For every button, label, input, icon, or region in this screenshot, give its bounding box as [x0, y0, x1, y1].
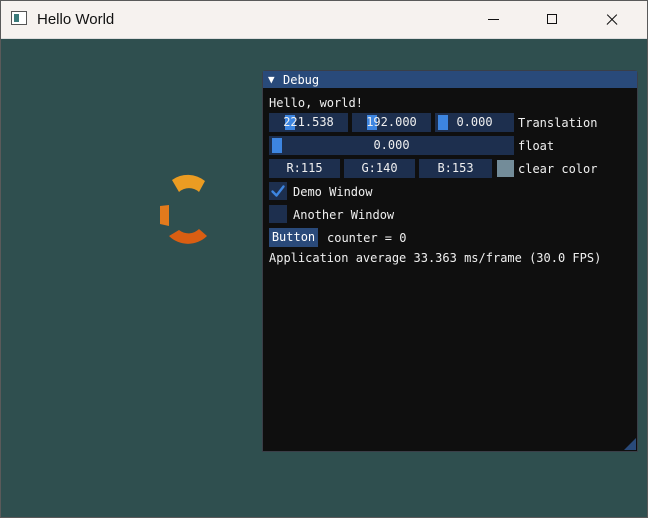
- maximize-button[interactable]: [523, 1, 581, 38]
- increment-button[interactable]: Button: [269, 228, 318, 247]
- translation-y-slider[interactable]: 192.000: [352, 113, 431, 132]
- title-bar[interactable]: Hello World: [1, 1, 647, 39]
- spinner-arc-left: [160, 205, 169, 226]
- translation-x-slider[interactable]: 221.538: [269, 113, 348, 132]
- translation-z-slider[interactable]: 0.000: [435, 113, 514, 132]
- app-window-icon: [11, 11, 27, 25]
- translation-label: Translation: [518, 116, 598, 130]
- color-b-field[interactable]: B:153: [419, 159, 492, 178]
- debug-title: Debug: [283, 73, 320, 87]
- loading-spinner: [160, 174, 207, 244]
- color-g-field[interactable]: G:140: [344, 159, 415, 178]
- minimize-button[interactable]: [464, 1, 522, 38]
- app-window: Hello World ▼ Debug Hello, world! 221.53…: [0, 0, 648, 518]
- spinner-arc-bottom: [169, 229, 207, 244]
- float-label: float: [518, 139, 555, 153]
- demo-window-checkbox[interactable]: [269, 182, 287, 200]
- debug-panel: ▼ Debug Hello, world! 221.538 192.000 0.…: [262, 70, 638, 452]
- counter-text: counter = 0: [327, 231, 407, 245]
- collapse-arrow-icon[interactable]: ▼: [268, 73, 275, 86]
- slider-grab[interactable]: [272, 138, 282, 153]
- another-window-label: Another Window: [293, 208, 395, 222]
- float-slider[interactable]: 0.000: [269, 136, 514, 155]
- fps-text: Application average 33.363 ms/frame (30.…: [269, 251, 602, 265]
- color-swatch[interactable]: [497, 160, 514, 177]
- slider-grab[interactable]: [438, 115, 448, 130]
- checkmark-icon: [271, 185, 285, 197]
- demo-window-label: Demo Window: [293, 185, 373, 199]
- close-button[interactable]: [582, 1, 640, 38]
- hello-text: Hello, world!: [269, 96, 363, 110]
- debug-title-bar[interactable]: ▼ Debug: [263, 71, 637, 88]
- resize-grip[interactable]: [624, 438, 636, 450]
- clear-color-label: clear color: [518, 162, 598, 176]
- window-title: Hello World: [37, 11, 115, 28]
- color-r-field[interactable]: R:115: [269, 159, 340, 178]
- another-window-checkbox[interactable]: [269, 205, 287, 223]
- spinner-arc-top: [172, 174, 205, 192]
